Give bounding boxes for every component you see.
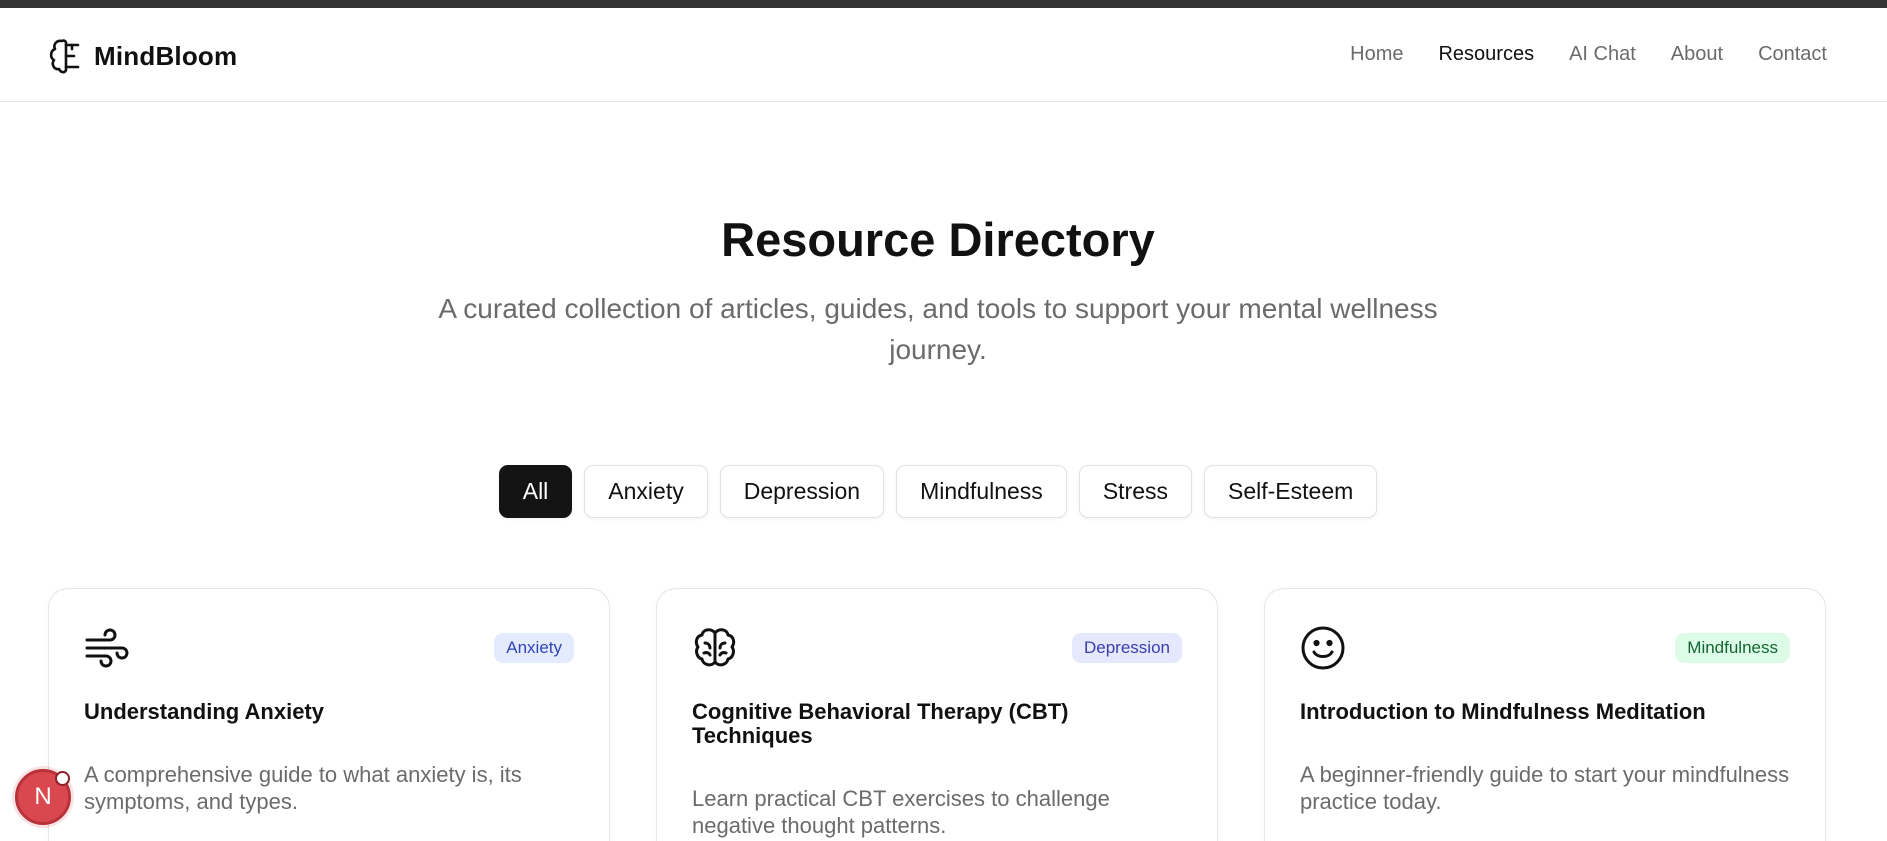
filter-stress[interactable]: Stress <box>1078 465 1192 518</box>
filter-mindfulness[interactable]: Mindfulness <box>896 465 1067 518</box>
filter-depression[interactable]: Depression <box>719 465 885 518</box>
page-title: Resource Directory <box>721 213 1155 266</box>
resource-card-depression[interactable]: Depression Cognitive Behavioral Therapy … <box>656 588 1218 841</box>
nav-home[interactable]: Home <box>1350 43 1403 66</box>
brain-icon <box>49 39 80 74</box>
brain-icon <box>694 628 736 667</box>
card-title: Introduction to Mindfulness Meditation <box>1300 699 1706 724</box>
category-filters: All Anxiety Depression Mindfulness Stres… <box>0 465 1876 518</box>
nav-resources[interactable]: Resources <box>1438 43 1534 66</box>
wind-icon <box>85 628 129 668</box>
resource-card-mindfulness[interactable]: Mindfulness Introduction to Mindfulness … <box>1264 588 1826 841</box>
nav-ai-chat[interactable]: AI Chat <box>1569 43 1636 66</box>
nav-about[interactable]: About <box>1671 43 1723 66</box>
card-description: A beginner-friendly guide to start your … <box>1300 762 1790 814</box>
top-accent-bar <box>0 0 1887 8</box>
category-badge: Mindfulness <box>1675 633 1790 663</box>
fab-label: N <box>34 783 52 810</box>
category-badge: Anxiety <box>494 633 574 663</box>
card-title: Understanding Anxiety <box>84 699 324 724</box>
smile-icon <box>1301 626 1345 670</box>
category-badge: Depression <box>1072 633 1182 663</box>
site-header: MindBloom Home Resources AI Chat About C… <box>0 8 1887 102</box>
brand-name: MindBloom <box>94 40 238 71</box>
resource-card-anxiety[interactable]: Anxiety Understanding Anxiety A comprehe… <box>48 588 610 841</box>
page-subtitle: A curated collection of articles, guides… <box>438 293 1438 365</box>
filter-self-esteem[interactable]: Self-Esteem <box>1204 465 1378 518</box>
brand-logo[interactable]: MindBloom <box>48 37 237 75</box>
nav-contact[interactable]: Contact <box>1758 43 1827 66</box>
card-title: Cognitive Behavioral Therapy (CBT) Techn… <box>692 699 1069 748</box>
filter-anxiety[interactable]: Anxiety <box>584 465 708 518</box>
main-nav: Home Resources AI Chat About Contact <box>1350 43 1827 66</box>
filter-all[interactable]: All <box>498 465 573 518</box>
notification-dot <box>55 771 70 786</box>
card-description: A comprehensive guide to what anxiety is… <box>84 762 522 814</box>
card-description: Learn practical CBT exercises to challen… <box>692 786 1110 838</box>
